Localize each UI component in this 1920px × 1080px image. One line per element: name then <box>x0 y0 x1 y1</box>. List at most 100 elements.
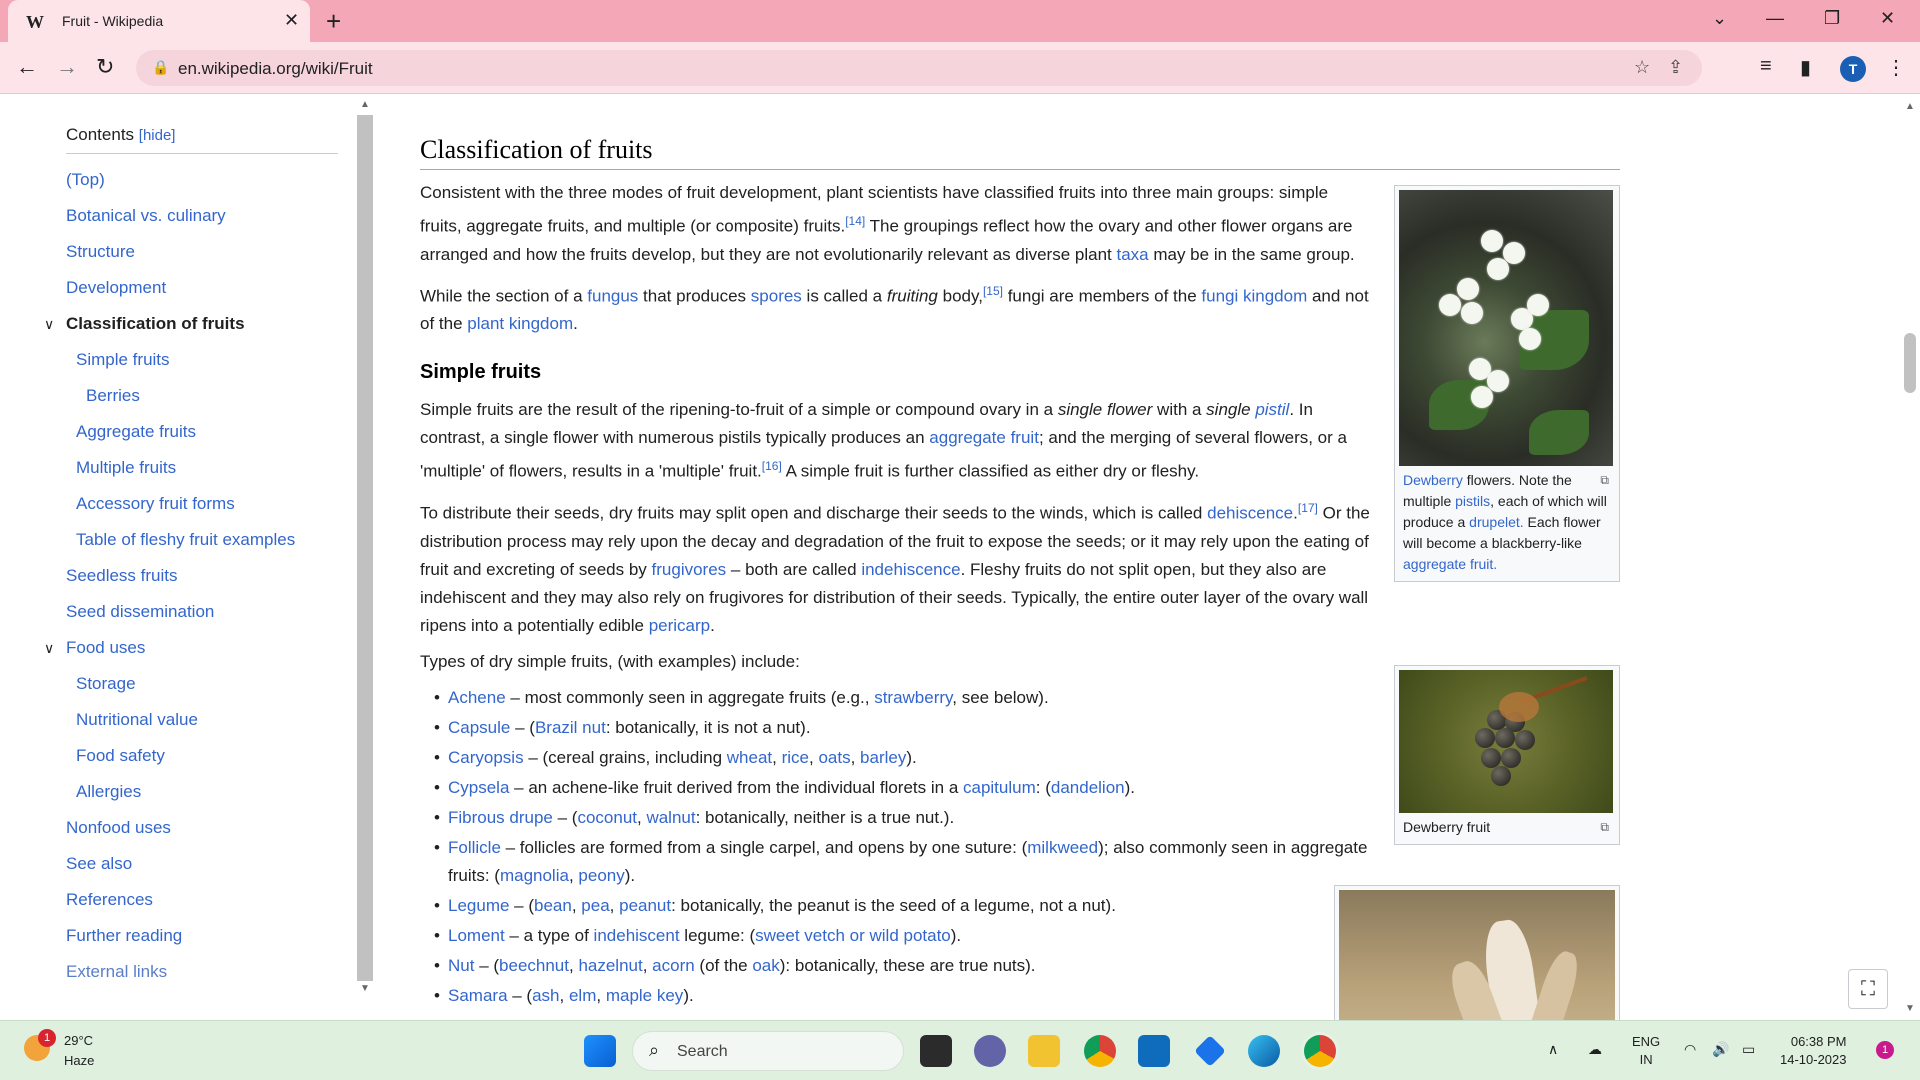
toc-item-references[interactable]: References <box>66 882 338 918</box>
milkweed-image[interactable] <box>1339 890 1615 1020</box>
teams-chat-icon[interactable] <box>974 1035 1006 1067</box>
toc-item-structure[interactable]: Structure <box>66 234 338 270</box>
link[interactable]: strawberry <box>874 688 952 707</box>
toc-item-food-uses[interactable]: ∨ Food uses <box>44 630 338 666</box>
citation-link[interactable]: [17] <box>1298 501 1318 515</box>
wifi-icon[interactable]: ◠ <box>1684 1041 1696 1058</box>
new-tab-button[interactable]: + <box>326 6 341 37</box>
citation-link[interactable]: [16] <box>762 459 782 473</box>
toc-item-top[interactable]: (Top) <box>66 162 338 198</box>
chevron-down-icon[interactable]: ∨ <box>44 630 54 666</box>
link[interactable]: Nut <box>448 956 474 975</box>
toc-item-nutritional-value[interactable]: Nutritional value <box>66 702 338 738</box>
tab-search-chevron-icon[interactable]: ⌄ <box>1712 8 1727 29</box>
link[interactable]: drupelet. <box>1469 514 1523 530</box>
share-icon[interactable]: ⇪ <box>1668 57 1683 78</box>
link[interactable]: Capsule <box>448 718 510 737</box>
link[interactable]: magnolia <box>500 866 569 885</box>
link[interactable]: Samara <box>448 986 508 1005</box>
link[interactable]: Loment <box>448 926 505 945</box>
toc-item-storage[interactable]: Storage <box>66 666 338 702</box>
link[interactable]: pistils <box>1455 493 1490 509</box>
link[interactable]: pistil <box>1255 400 1289 419</box>
maximize-button[interactable]: ❐ <box>1824 8 1840 29</box>
notification-badge[interactable]: 1 <box>1876 1041 1894 1059</box>
dewberry-fruit-image[interactable] <box>1399 670 1613 813</box>
link[interactable]: indehiscent <box>594 926 680 945</box>
page-scrollbar[interactable]: ▲ ▼ <box>1900 95 1920 1020</box>
address-bar[interactable]: 🔒 en.wikipedia.org/wiki/Fruit ⇪ ☆ <box>136 50 1702 86</box>
scroll-up-arrow-icon[interactable]: ▲ <box>1905 101 1915 112</box>
windows-start-icon[interactable] <box>584 1035 616 1067</box>
link[interactable]: milkweed <box>1027 838 1098 857</box>
toc-item-external-links[interactable]: External links <box>66 954 338 990</box>
link[interactable]: Brazil nut <box>535 718 606 737</box>
toc-item-development[interactable]: Development <box>66 270 338 306</box>
input-language[interactable]: ENG IN <box>1632 1033 1660 1069</box>
link[interactable]: taxa <box>1116 245 1148 264</box>
reload-button[interactable]: ↻ <box>96 54 114 80</box>
forward-button[interactable]: → <box>56 54 78 80</box>
link[interactable]: Follicle <box>448 838 501 857</box>
dropbox-icon[interactable] <box>1194 1035 1226 1067</box>
mail-icon[interactable] <box>1138 1035 1170 1067</box>
taskbar-search-box[interactable]: ⌕ Search <box>632 1031 904 1071</box>
enlarge-icon[interactable]: ⧉ <box>1600 470 1609 491</box>
link[interactable]: ash <box>532 986 559 1005</box>
toc-item-simple-fruits[interactable]: Simple fruits <box>66 342 338 378</box>
link[interactable]: indehiscence <box>861 560 960 579</box>
link[interactable]: barley <box>860 748 906 767</box>
kebab-menu-icon[interactable]: ⋮ <box>1886 55 1906 80</box>
toc-hide-link[interactable]: [hide] <box>139 127 176 144</box>
link[interactable]: coconut <box>577 808 637 827</box>
toc-item-see-also[interactable]: See also <box>66 846 338 882</box>
task-view-icon[interactable] <box>920 1035 952 1067</box>
link[interactable]: sweet vetch or wild potato <box>755 926 951 945</box>
link[interactable]: hazelnut <box>578 956 642 975</box>
link[interactable]: peony <box>578 866 624 885</box>
link[interactable]: Caryopsis <box>448 748 524 767</box>
link[interactable]: elm <box>569 986 596 1005</box>
profile-avatar[interactable]: T <box>1840 56 1866 82</box>
link[interactable]: dehiscence <box>1207 504 1293 523</box>
star-icon[interactable]: ☆ <box>1634 57 1650 78</box>
chrome-active-icon[interactable] <box>1304 1035 1336 1067</box>
link[interactable]: frugivores <box>652 560 727 579</box>
url-text[interactable]: en.wikipedia.org/wiki/Fruit <box>178 59 373 79</box>
toc-scrollbar[interactable]: ▲ ▼ <box>356 95 374 1000</box>
fullscreen-button[interactable]: ⛶ <box>1848 969 1888 1009</box>
link[interactable]: rice <box>782 748 809 767</box>
link[interactable]: plant kingdom <box>467 314 573 333</box>
toc-item-table-of-fleshy-fruit-examples[interactable]: Table of fleshy fruit examples <box>66 522 338 558</box>
link[interactable]: peanut <box>619 896 671 915</box>
link[interactable]: acorn <box>652 956 695 975</box>
link[interactable]: spores <box>751 286 802 305</box>
toc-item-allergies[interactable]: Allergies <box>66 774 338 810</box>
scroll-down-arrow-icon[interactable]: ▼ <box>360 983 370 994</box>
link[interactable]: oak <box>752 956 779 975</box>
link[interactable]: aggregate fruit <box>929 428 1039 447</box>
link[interactable]: wheat <box>727 748 772 767</box>
close-tab-icon[interactable]: ✕ <box>284 10 299 31</box>
toc-scrollbar-thumb[interactable] <box>357 115 373 981</box>
weather-condition[interactable]: Haze <box>64 1053 94 1068</box>
link[interactable]: oats <box>818 748 850 767</box>
edge-icon[interactable] <box>1248 1035 1280 1067</box>
link[interactable]: Dewberry <box>1403 472 1463 488</box>
link[interactable]: Achene <box>448 688 506 707</box>
lock-icon[interactable]: 🔒 <box>152 59 169 76</box>
citation-link[interactable]: [14] <box>845 214 865 228</box>
toc-item-seed-dissemination[interactable]: Seed dissemination <box>66 594 338 630</box>
toc-item-botanical-vs-culinary[interactable]: Botanical vs. culinary <box>66 198 338 234</box>
tab-fruit-wikipedia[interactable]: W Fruit - Wikipedia ✕ <box>8 0 310 42</box>
link[interactable]: bean <box>534 896 572 915</box>
enlarge-icon[interactable]: ⧉ <box>1600 817 1609 838</box>
chevron-down-icon[interactable]: ∨ <box>44 306 54 342</box>
toc-item-berries[interactable]: Berries <box>66 378 338 414</box>
toc-item-aggregate-fruits[interactable]: Aggregate fruits <box>66 414 338 450</box>
link[interactable]: Legume <box>448 896 509 915</box>
toc-item-nonfood-uses[interactable]: Nonfood uses <box>66 810 338 846</box>
scroll-down-arrow-icon[interactable]: ▼ <box>1905 1003 1915 1014</box>
close-window-button[interactable]: ✕ <box>1880 8 1895 29</box>
toc-item-seedless-fruits[interactable]: Seedless fruits <box>66 558 338 594</box>
